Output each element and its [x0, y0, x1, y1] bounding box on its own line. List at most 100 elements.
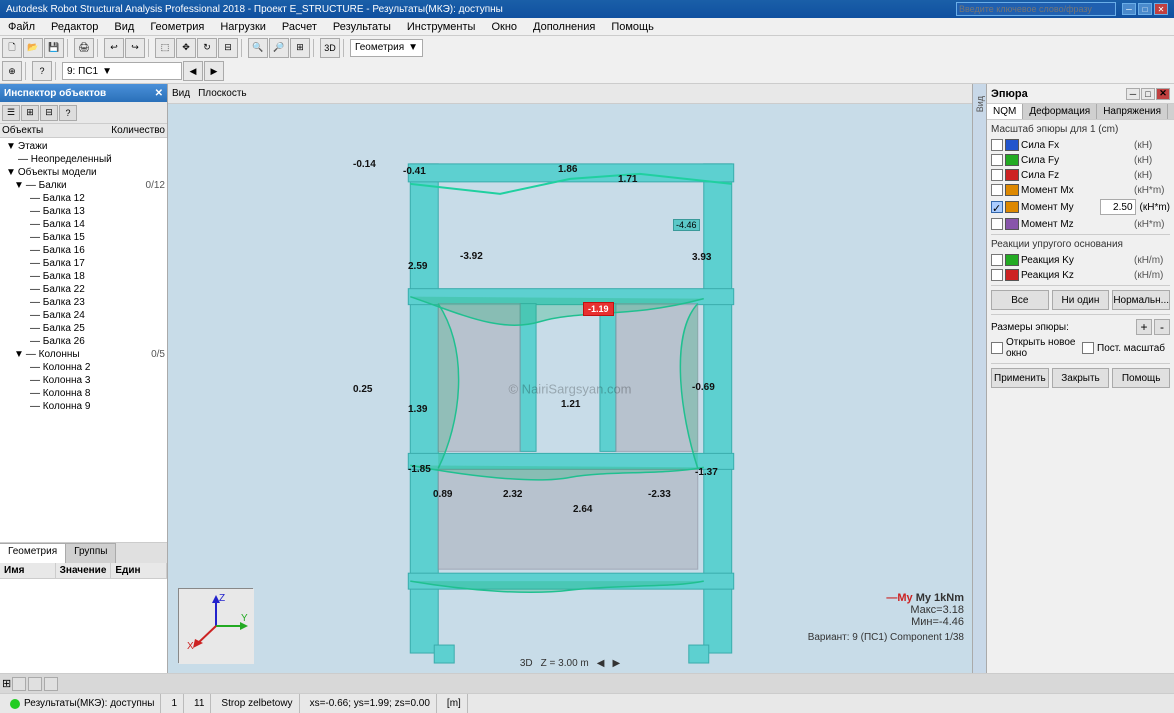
inspector-btn-3[interactable]: ⊟: [40, 105, 58, 121]
tree-balka-26[interactable]: — Балка 26: [2, 335, 165, 348]
menu-loads[interactable]: Нагрузки: [216, 20, 270, 34]
tree-area[interactable]: ▼ Этажи — Неопределенный ▼ Объекты модел…: [0, 138, 167, 543]
close-button[interactable]: ✕: [1154, 3, 1168, 15]
epura-tab-napr[interactable]: Напряжения: [1097, 104, 1168, 119]
btb-2[interactable]: [28, 677, 42, 691]
geometry-dropdown[interactable]: Геометрия ▼: [350, 39, 423, 57]
menu-file[interactable]: Файл: [4, 20, 39, 34]
post-scale-checkbox[interactable]: [1082, 342, 1094, 354]
menu-edit[interactable]: Редактор: [47, 20, 102, 34]
viewport-content[interactable]: -4.46 -0.14 -0.41 1.86 1.71 2.59 -3.92 3…: [168, 104, 972, 673]
lc-dropdown[interactable]: 9: ПС1 ▼: [62, 62, 182, 80]
epura-minimize-btn[interactable]: ─: [1126, 88, 1140, 100]
inspector-btn-4[interactable]: ?: [59, 105, 77, 121]
tb-save[interactable]: 💾: [44, 38, 64, 58]
tb-print[interactable]: 🖨: [74, 38, 94, 58]
moment-mz-checkbox[interactable]: [991, 218, 1003, 230]
scroll-right-icon[interactable]: ▶: [612, 658, 620, 669]
moment-my-checkbox[interactable]: ✓: [991, 201, 1003, 213]
tree-balka-23[interactable]: — Балка 23: [2, 296, 165, 309]
search-input[interactable]: [956, 2, 1116, 16]
btn-close[interactable]: Закрыть: [1052, 368, 1110, 388]
tb-undo[interactable]: ↩: [104, 38, 124, 58]
size-plus-btn[interactable]: +: [1136, 319, 1152, 335]
menu-geometry[interactable]: Геометрия: [146, 20, 208, 34]
tb-move[interactable]: ✥: [176, 38, 196, 58]
main-area: Инспектор объектов ✕ ☰ ⊞ ⊟ ? Объекты Кол…: [0, 84, 1174, 673]
minimize-button[interactable]: ─: [1122, 3, 1136, 15]
epura-tab-nqm[interactable]: NQM: [987, 104, 1023, 119]
tb-zoom-all[interactable]: ⊞: [290, 38, 310, 58]
reaction-kz-checkbox[interactable]: [991, 269, 1003, 281]
tb-zoom-out[interactable]: 🔎: [269, 38, 289, 58]
btb-1[interactable]: [12, 677, 26, 691]
tree-kolonny[interactable]: ▼ — Колонны 0/5: [2, 348, 165, 361]
menu-tools[interactable]: Инструменты: [403, 20, 480, 34]
menu-results[interactable]: Результаты: [329, 20, 395, 34]
tb-redo[interactable]: ↪: [125, 38, 145, 58]
tag-red: -1.19: [583, 302, 614, 316]
tb-prev-lc[interactable]: ◀: [183, 61, 203, 81]
inspector-close-icon[interactable]: ✕: [155, 88, 163, 99]
tree-neopred[interactable]: — Неопределенный: [2, 153, 165, 166]
tab-geometry[interactable]: Геометрия: [0, 543, 66, 563]
force-fz-checkbox[interactable]: [991, 169, 1003, 181]
tree-balka-18[interactable]: — Балка 18: [2, 270, 165, 283]
epura-tab-deform[interactable]: Деформация: [1023, 104, 1097, 119]
tree-balka-24[interactable]: — Балка 24: [2, 309, 165, 322]
force-fy-checkbox[interactable]: [991, 154, 1003, 166]
maximize-button[interactable]: □: [1138, 3, 1152, 15]
tree-balka-22[interactable]: — Балка 22: [2, 283, 165, 296]
moment-mx-checkbox[interactable]: [991, 184, 1003, 196]
tb-3d[interactable]: 3D: [320, 38, 340, 58]
tree-kolonna-3[interactable]: — Колонна 3: [2, 374, 165, 387]
tb-mirror[interactable]: ⊟: [218, 38, 238, 58]
btn-norm[interactable]: Нормальн...: [1112, 290, 1170, 310]
tree-balka-17[interactable]: — Балка 17: [2, 257, 165, 270]
tree-balka-12[interactable]: — Балка 12: [2, 192, 165, 205]
new-window-checkbox[interactable]: [991, 342, 1003, 354]
tree-balka-16[interactable]: — Балка 16: [2, 244, 165, 257]
tb-new[interactable]: 🗋: [2, 38, 22, 58]
menu-window[interactable]: Окно: [487, 20, 521, 34]
tree-balka-25[interactable]: — Балка 25: [2, 322, 165, 335]
tb-snap[interactable]: ⊕: [2, 61, 22, 81]
tab-groups[interactable]: Группы: [66, 543, 116, 563]
tree-balka-14[interactable]: — Балка 14: [2, 218, 165, 231]
tb-open[interactable]: 📂: [23, 38, 43, 58]
tb-select[interactable]: ⬚: [155, 38, 175, 58]
epura-maximize-btn[interactable]: □: [1141, 88, 1155, 100]
tb-help[interactable]: ?: [32, 61, 52, 81]
reaction-ky-checkbox[interactable]: [991, 254, 1003, 266]
menu-calc[interactable]: Расчет: [278, 20, 321, 34]
tree-kolonna-2[interactable]: — Колонна 2: [2, 361, 165, 374]
inspector-btn-1[interactable]: ☰: [2, 105, 20, 121]
tree-etazhi[interactable]: ▼ Этажи: [2, 140, 165, 153]
btn-all[interactable]: Все: [991, 290, 1049, 310]
btb-3[interactable]: [44, 677, 58, 691]
moment-my-value[interactable]: 2.50: [1100, 199, 1136, 215]
tree-kolonna-8[interactable]: — Колонна 8: [2, 387, 165, 400]
tree-balki[interactable]: ▼ — Балки 0/12: [2, 179, 165, 192]
menu-view[interactable]: Вид: [110, 20, 138, 34]
tree-balka-13[interactable]: — Балка 13: [2, 205, 165, 218]
menu-addons[interactable]: Дополнения: [529, 20, 599, 34]
val-v13: -0.69: [692, 382, 715, 393]
btn-none[interactable]: Ни один: [1052, 290, 1110, 310]
inspector-btn-2[interactable]: ⊞: [21, 105, 39, 121]
force-fx-checkbox[interactable]: [991, 139, 1003, 151]
menu-help[interactable]: Помощь: [607, 20, 658, 34]
tree-kolonna-9[interactable]: — Колонна 9: [2, 400, 165, 413]
tb-zoom-in[interactable]: 🔍: [248, 38, 268, 58]
tree-objects[interactable]: ▼ Объекты модели: [2, 166, 165, 179]
tree-balka-15[interactable]: — Балка 15: [2, 231, 165, 244]
btn-apply[interactable]: Применить: [991, 368, 1049, 388]
tb-rotate[interactable]: ↻: [197, 38, 217, 58]
tb-next-lc[interactable]: ▶: [204, 61, 224, 81]
scroll-left-icon[interactable]: ◀: [597, 658, 605, 669]
viewport[interactable]: Вид Плоскость: [168, 84, 972, 673]
btn-help[interactable]: Помощь: [1112, 368, 1170, 388]
epura-tab-rea[interactable]: Реа: [1168, 104, 1174, 119]
epura-close-btn[interactable]: ✕: [1156, 88, 1170, 100]
size-minus-btn[interactable]: -: [1154, 319, 1170, 335]
